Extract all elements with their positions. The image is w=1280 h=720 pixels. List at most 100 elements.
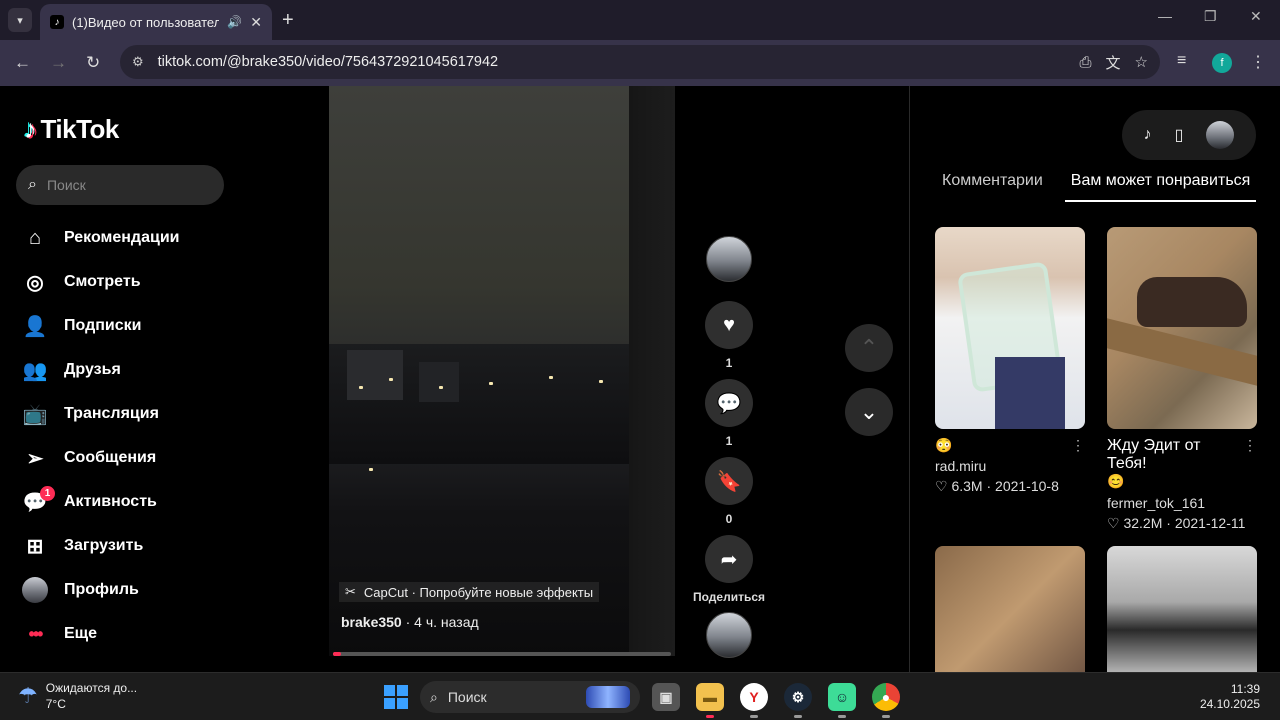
sidebar-item-label: Сообщения <box>64 449 157 466</box>
weather-description: Ожидаются до... <box>45 681 138 695</box>
file-explorer-icon[interactable]: ▬ <box>696 683 724 718</box>
video-frame-light <box>549 376 553 379</box>
install-app-icon[interactable]: ⎙ <box>1080 54 1092 71</box>
taskbar-search[interactable]: ⌕ Поиск <box>420 681 640 713</box>
like-button[interactable]: ♥ <box>705 301 753 349</box>
top-actions-pill: ♪ ▯ <box>1122 110 1256 160</box>
video-card[interactable]: 😳 ⋮ rad.miru ♡ 6.3M · 2021-10-8 <box>935 227 1085 495</box>
card-username[interactable]: rad.miru <box>935 458 1085 474</box>
card-title-text: 😳 <box>935 437 953 453</box>
tab-title: (1)Видео от пользователя <box>72 14 220 30</box>
sidebar-item-following[interactable]: 👤 Подписки <box>16 304 226 348</box>
sidebar-item-live[interactable]: 📺 Трансляция <box>16 392 226 436</box>
video-thumbnail[interactable] <box>935 546 1085 672</box>
search-icon: ⌕ <box>430 688 438 705</box>
reload-icon[interactable]: ↻ <box>86 52 100 74</box>
video-thumbnail[interactable] <box>1107 546 1257 672</box>
yandex-browser-icon[interactable]: Y <box>740 683 768 718</box>
sidebar-item-activity[interactable]: 💬 1 Активность <box>16 480 226 524</box>
task-view-icon[interactable]: ▣ <box>652 683 680 711</box>
previous-video-button[interactable]: ⌃ <box>845 324 893 372</box>
close-window-icon[interactable]: ✕ <box>1250 8 1262 25</box>
live-icon: 📺 <box>22 403 48 426</box>
card-date: 2021-10-8 <box>995 478 1059 494</box>
activity-badge: 1 <box>40 486 55 501</box>
video-thumbnail[interactable] <box>1107 227 1257 429</box>
restore-window-icon[interactable]: ❐ <box>1204 8 1217 25</box>
sidebar-item-label: Друзья <box>64 361 121 378</box>
close-tab-icon[interactable]: ✕ <box>250 14 262 31</box>
windows-start-icon[interactable] <box>384 685 408 709</box>
messenger-app-icon[interactable]: ☺ <box>828 683 856 718</box>
creator-avatar[interactable] <box>706 236 752 282</box>
sidebar-item-messages[interactable]: ➢ Сообщения <box>16 436 226 480</box>
tab-search-menu-icon[interactable]: ▾ <box>8 8 32 32</box>
chrome-icon[interactable]: ● <box>872 683 900 718</box>
bookmark-star-icon[interactable]: ☆ <box>1135 53 1148 71</box>
sidebar-item-more[interactable]: ••• Еще <box>16 612 226 656</box>
more-options-icon[interactable]: ⋮ <box>1243 437 1257 491</box>
new-tab-button[interactable]: + <box>282 8 294 32</box>
back-icon[interactable]: ← <box>14 52 31 74</box>
video-card[interactable]: Жду Эдит от Тебя! 😊 ⋮ fermer_tok_161 ♡ 32… <box>1107 227 1257 532</box>
video-author[interactable]: brake350 <box>341 614 402 630</box>
capcut-tag[interactable]: ✂ CapCut · Попробуйте новые эффекты <box>339 582 600 602</box>
forward-icon[interactable]: → <box>50 52 67 74</box>
site-settings-icon[interactable]: ⚙ <box>132 54 144 70</box>
chevron-up-icon: ⌃ <box>859 335 879 360</box>
video-card[interactable] <box>1107 546 1257 672</box>
heart-icon: ♥ <box>723 313 735 336</box>
more-options-icon[interactable]: ⋮ <box>1071 437 1085 454</box>
sidebar-item-upload[interactable]: ⊞ Загрузить <box>16 524 226 568</box>
translate-icon[interactable]: 文 <box>1106 52 1121 73</box>
video-card[interactable] <box>935 546 1085 672</box>
heart-outline-icon: ♡ <box>1107 515 1120 531</box>
sidebar-item-recommendations[interactable]: ⌂ Рекомендации <box>16 216 226 260</box>
system-clock[interactable]: 11:39 24.10.2025 <box>1200 682 1260 712</box>
sidebar-item-label: Рекомендации <box>64 229 180 246</box>
weather-widget[interactable]: ☂ Ожидаются до... 7°C <box>18 681 137 711</box>
sidebar-nav: ⌂ Рекомендации ◎ Смотреть 👤 Подписки 👥 Д… <box>16 216 226 656</box>
sidebar-search[interactable]: ⌕ <box>16 165 224 205</box>
sidebar-item-friends[interactable]: 👥 Друзья <box>16 348 226 392</box>
weather-temperature: 7°C <box>45 697 66 711</box>
card-likes: 6.3M <box>951 478 983 494</box>
search-input[interactable] <box>46 177 197 193</box>
thumbnail-object <box>995 357 1065 429</box>
comment-button[interactable]: 💬 <box>705 379 753 427</box>
tiktok-logo[interactable]: ♪ TikTok <box>24 114 119 145</box>
next-video-button[interactable]: ⌄ <box>845 388 893 436</box>
video-player[interactable]: ✂ CapCut · Попробуйте новые эффекты brak… <box>329 86 675 656</box>
media-controls-icon[interactable]: ≡ <box>1177 52 1186 70</box>
address-bar[interactable]: ⚙ tiktok.com/@brake350/video/75643729210… <box>120 45 1160 79</box>
tiktok-app-icon[interactable]: ♪ <box>1144 126 1152 144</box>
browser-tab-active[interactable]: ♪ (1)Видео от пользователя 🔊 ✕ <box>40 4 272 40</box>
share-button[interactable]: ➦ <box>705 535 753 583</box>
thumbnail-object <box>1137 277 1247 327</box>
steam-icon[interactable]: ⚙ <box>784 683 812 718</box>
card-title: 😳 ⋮ <box>935 437 1085 454</box>
speaker-icon[interactable]: 🔊 <box>227 15 242 29</box>
sidebar-item-profile[interactable]: Профиль <box>16 568 226 612</box>
browser-profile-avatar[interactable]: f <box>1212 53 1232 73</box>
browser-menu-icon[interactable]: ⋮ <box>1250 52 1266 72</box>
tab-recommended[interactable]: Вам может понравиться <box>1064 172 1256 202</box>
phone-icon[interactable]: ▯ <box>1175 125 1184 145</box>
upload-icon: ⊞ <box>26 535 44 558</box>
user-avatar[interactable] <box>1206 121 1235 149</box>
save-button[interactable]: 🔖 <box>705 457 753 505</box>
sidebar-item-explore[interactable]: ◎ Смотреть <box>16 260 226 304</box>
card-username[interactable]: fermer_tok_161 <box>1107 495 1257 511</box>
url-text[interactable]: tiktok.com/@brake350/video/7564372921045… <box>158 54 1066 70</box>
right-tabs: Комментарии Вам может понравиться <box>942 172 1256 202</box>
tiktok-favicon-icon: ♪ <box>50 15 64 29</box>
logo-text: TikTok <box>40 114 120 144</box>
minimize-window-icon[interactable]: — <box>1158 8 1172 24</box>
home-icon: ⌂ <box>28 226 42 249</box>
music-disc-avatar[interactable] <box>706 612 752 658</box>
comment-count: 1 <box>725 434 733 448</box>
video-thumbnail[interactable] <box>935 227 1085 429</box>
video-progress-bar[interactable] <box>333 652 671 656</box>
comment-icon: 💬 <box>716 392 742 415</box>
tab-comments[interactable]: Комментарии <box>942 172 1043 190</box>
